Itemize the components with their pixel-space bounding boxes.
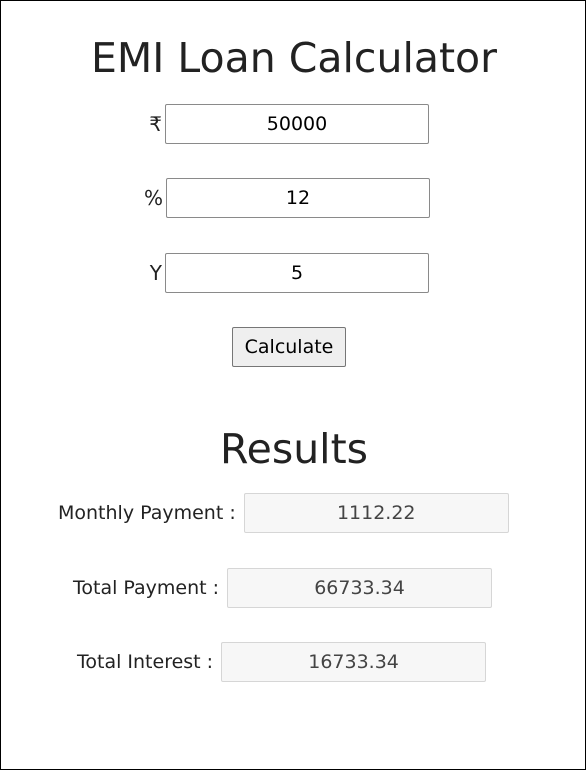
calculate-button[interactable]: Calculate	[232, 327, 346, 367]
total-interest-row: Total Interest : 16733.34	[77, 642, 487, 682]
monthly-payment-label: Monthly Payment :	[58, 502, 236, 524]
total-interest-label: Total Interest :	[77, 651, 214, 673]
total-payment-value: 66733.34	[227, 568, 493, 608]
monthly-payment-value: 1112.22	[243, 493, 509, 533]
principal-row: ₹	[142, 104, 429, 144]
years-input[interactable]	[165, 253, 429, 293]
total-payment-label: Total Payment :	[73, 577, 220, 599]
calculator-window: EMI Loan Calculator ₹ % Y Calculate Resu…	[0, 0, 586, 770]
percent-icon: %	[143, 186, 163, 210]
principal-input[interactable]	[165, 104, 429, 144]
rate-input[interactable]	[166, 178, 430, 218]
rate-row: %	[143, 178, 430, 218]
results-title: Results	[219, 425, 369, 473]
page-title: EMI Loan Calculator	[91, 34, 497, 82]
years-icon: Y	[149, 261, 162, 285]
years-row: Y	[142, 253, 429, 293]
total-payment-row: Total Payment : 66733.34	[73, 568, 493, 608]
monthly-payment-row: Monthly Payment : 1112.22	[58, 493, 509, 533]
total-interest-value: 16733.34	[221, 642, 487, 682]
rupee-icon: ₹	[149, 112, 162, 136]
